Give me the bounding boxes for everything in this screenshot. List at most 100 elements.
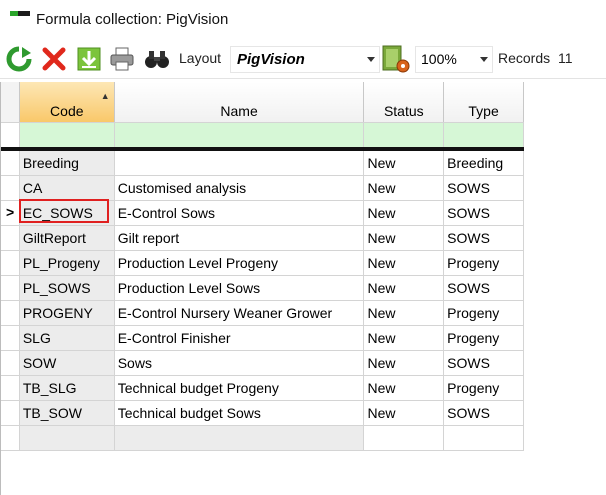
row-header[interactable] <box>1 250 20 276</box>
new-row[interactable] <box>1 425 524 451</box>
cell-status[interactable]: New <box>363 375 445 401</box>
cell-code[interactable]: GiltReport <box>19 225 115 251</box>
grid-corner[interactable] <box>1 82 20 123</box>
row-header[interactable] <box>1 275 20 301</box>
zoom-value: 100% <box>421 51 457 67</box>
cell-status[interactable]: New <box>363 200 445 226</box>
zoom-select[interactable]: 100% <box>415 46 493 73</box>
table-row[interactable]: GiltReport Gilt report New SOWS <box>1 225 524 251</box>
column-header-type[interactable]: Type <box>443 82 524 123</box>
chevron-down-icon <box>480 57 488 62</box>
app-icon <box>10 11 30 16</box>
row-header[interactable] <box>1 375 20 401</box>
new-row-name-cell[interactable] <box>114 425 365 451</box>
cell-code[interactable]: TB_SLG <box>19 375 115 401</box>
cell-name[interactable]: Gilt report <box>114 225 365 251</box>
table-row[interactable]: TB_SOW Technical budget Sows New SOWS <box>1 400 524 426</box>
cell-name[interactable]: Production Level Progeny <box>114 250 365 276</box>
filter-code-input[interactable] <box>19 122 115 151</box>
cell-type[interactable]: SOWS <box>443 275 524 301</box>
cell-status[interactable]: New <box>363 325 445 351</box>
table-row[interactable]: PL_SOWS Production Level Sows New SOWS <box>1 275 524 301</box>
row-header[interactable]: > <box>1 200 20 226</box>
window-title: Formula collection: PigVision <box>36 11 229 28</box>
cell-name[interactable] <box>114 149 365 176</box>
refresh-icon[interactable] <box>5 45 33 73</box>
cell-name[interactable]: Production Level Sows <box>114 275 365 301</box>
cell-name[interactable]: E-Control Nursery Weaner Grower <box>114 300 365 326</box>
download-icon[interactable] <box>75 45 103 73</box>
cell-type[interactable]: SOWS <box>443 200 524 226</box>
row-header[interactable] <box>1 225 20 251</box>
column-header-name[interactable]: Name <box>114 82 365 123</box>
cell-type[interactable]: SOWS <box>443 175 524 201</box>
cell-name[interactable]: Technical budget Sows <box>114 400 365 426</box>
table-row[interactable]: Breeding New Breeding <box>1 149 524 176</box>
cell-name[interactable]: E-Control Sows <box>114 200 365 226</box>
cell-name[interactable]: Customised analysis <box>114 175 365 201</box>
row-header[interactable] <box>1 300 20 326</box>
cell-name[interactable]: Technical budget Progeny <box>114 375 365 401</box>
cell-code[interactable]: PROGENY <box>19 300 115 326</box>
new-row-type-cell[interactable] <box>443 425 524 451</box>
cell-status[interactable]: New <box>363 300 445 326</box>
table-row[interactable]: SLG E-Control Finisher New Progeny <box>1 325 524 351</box>
cell-type[interactable]: Progeny <box>443 375 524 401</box>
cell-status[interactable]: New <box>363 149 445 176</box>
cell-code[interactable]: SOW <box>19 350 115 376</box>
filter-type-input[interactable] <box>443 122 524 151</box>
column-header-status[interactable]: Status <box>363 82 445 123</box>
grid-left-border <box>0 452 1 495</box>
print-icon[interactable] <box>108 45 136 73</box>
cell-code[interactable]: CA <box>19 175 115 201</box>
binoculars-icon[interactable] <box>143 45 171 73</box>
cell-type[interactable]: Progeny <box>443 325 524 351</box>
row-header[interactable] <box>1 400 20 426</box>
cell-type[interactable]: Progeny <box>443 250 524 276</box>
cell-status[interactable]: New <box>363 225 445 251</box>
table-row-selected[interactable]: > EC_SOWS E-Control Sows New SOWS <box>1 200 524 226</box>
row-header[interactable] <box>1 350 20 376</box>
cell-type[interactable]: SOWS <box>443 400 524 426</box>
toolbar: Layout PigVision 100% Records 11 <box>0 40 606 79</box>
layout-value: PigVision <box>237 51 305 68</box>
row-header[interactable] <box>1 325 20 351</box>
row-header[interactable] <box>1 149 20 176</box>
cell-code[interactable]: TB_SOW <box>19 400 115 426</box>
new-row-status-cell[interactable] <box>363 425 445 451</box>
table-row[interactable]: PROGENY E-Control Nursery Weaner Grower … <box>1 300 524 326</box>
table-row[interactable]: CA Customised analysis New SOWS <box>1 175 524 201</box>
cell-status[interactable]: New <box>363 275 445 301</box>
filter-row <box>1 122 524 151</box>
table-row[interactable]: SOW Sows New SOWS <box>1 350 524 376</box>
layout-select[interactable]: PigVision <box>230 46 380 73</box>
cell-code[interactable]: EC_SOWS <box>19 200 115 226</box>
cell-code[interactable]: PL_SOWS <box>19 275 115 301</box>
cell-code[interactable]: PL_Progeny <box>19 250 115 276</box>
cell-status[interactable]: New <box>363 250 445 276</box>
cell-code[interactable]: Breeding <box>19 149 115 176</box>
sort-ascending-icon: ▲ <box>100 91 110 101</box>
cell-code[interactable]: SLG <box>19 325 115 351</box>
column-header-code[interactable]: Code ▲ <box>19 82 115 123</box>
row-header[interactable] <box>1 425 20 451</box>
layout-settings-icon[interactable] <box>381 44 411 74</box>
column-header-label: Code <box>50 103 84 119</box>
cell-name[interactable]: Sows <box>114 350 365 376</box>
new-row-code-cell[interactable] <box>19 425 115 451</box>
cell-type[interactable]: Progeny <box>443 300 524 326</box>
row-header[interactable] <box>1 175 20 201</box>
table-row[interactable]: TB_SLG Technical budget Progeny New Prog… <box>1 375 524 401</box>
filter-status-input[interactable] <box>363 122 445 151</box>
records-label: Records <box>498 50 551 66</box>
delete-icon[interactable] <box>40 45 68 73</box>
cell-type[interactable]: SOWS <box>443 225 524 251</box>
cell-status[interactable]: New <box>363 400 445 426</box>
cell-name[interactable]: E-Control Finisher <box>114 325 365 351</box>
filter-name-input[interactable] <box>114 122 365 151</box>
cell-type[interactable]: Breeding <box>443 149 524 176</box>
cell-type[interactable]: SOWS <box>443 350 524 376</box>
table-row[interactable]: PL_Progeny Production Level Progeny New … <box>1 250 524 276</box>
cell-status[interactable]: New <box>363 175 445 201</box>
cell-status[interactable]: New <box>363 350 445 376</box>
